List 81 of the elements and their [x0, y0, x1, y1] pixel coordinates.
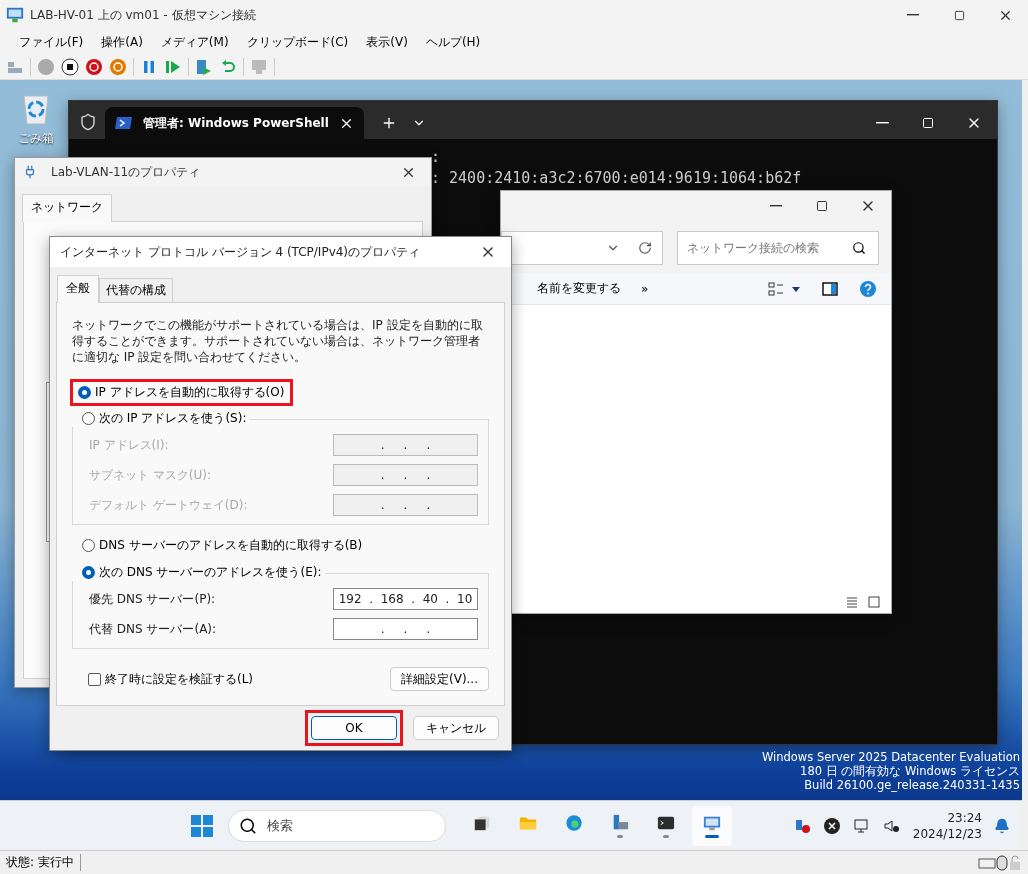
menu-item[interactable]: 操作(A) — [92, 31, 152, 53]
minimize-icon — [770, 205, 782, 207]
search-icon — [239, 816, 258, 835]
notification-bell-icon[interactable] — [994, 817, 1010, 834]
lock-icon — [1008, 854, 1022, 871]
prompt-icon — [115, 114, 133, 132]
search-icon — [852, 241, 866, 255]
field-label: 代替 DNS サーバー(A): — [89, 620, 217, 638]
menu-item[interactable]: ファイル(F) — [10, 31, 93, 53]
menu-item[interactable]: クリップボード(C) — [237, 31, 358, 53]
field-label: デフォルト ゲートウェイ(D): — [89, 496, 248, 514]
terminal-tab[interactable]: 管理者: Windows PowerShell — [105, 107, 364, 139]
checkbox-label: 終了時に設定を検証する(L) — [105, 670, 254, 688]
view-options-icon[interactable] — [767, 279, 785, 298]
option-label: 次の IP アドレスを使う(S): — [99, 410, 247, 427]
keyboard-icon — [978, 855, 996, 870]
tiles-view-icon[interactable] — [867, 595, 881, 609]
start-icon[interactable] — [190, 813, 215, 838]
mouse-icon — [996, 854, 1008, 871]
power-icon[interactable] — [109, 57, 127, 76]
minimize-icon — [907, 14, 919, 16]
browser-icon — [565, 813, 584, 832]
menu-item[interactable]: 表示(V) — [357, 31, 417, 53]
help-icon[interactable] — [859, 279, 877, 298]
field-label: IP アドレス(I): — [89, 436, 169, 454]
minimize-icon — [875, 122, 889, 124]
clock-time: 23:24 — [947, 809, 982, 826]
ip-address-field[interactable]: . . . — [333, 618, 478, 640]
window-title: Lab-VLAN-11のプロパティ — [51, 163, 202, 181]
clock-date: 2024/12/23 — [912, 825, 982, 842]
status-text: 状態: 実行中 — [6, 854, 81, 871]
desktop-icon-label: ごみ箱 — [18, 130, 54, 147]
advanced-button[interactable]: 詳細設定(V)... — [390, 667, 489, 691]
console-line: : 2400:2410:a3c2:6700:e014:9619:1064:b62f — [431, 168, 803, 189]
menu-item[interactable]: メディア(M) — [151, 31, 238, 53]
cancel-button[interactable]: キャンセル — [413, 716, 499, 740]
tab-title: 管理者: Windows PowerShell — [143, 114, 329, 132]
preview-pane-icon[interactable] — [821, 279, 839, 298]
details-view-icon[interactable] — [845, 595, 859, 609]
rename-button[interactable]: 名前を変更する — [537, 280, 621, 297]
shield-icon — [79, 113, 97, 131]
power-icon[interactable] — [85, 57, 103, 76]
close-icon[interactable] — [822, 816, 841, 835]
search-field[interactable]: 検索 — [228, 809, 447, 842]
window-title: LAB-HV-01 上の vm01 - 仮想マシン接続 — [30, 6, 257, 24]
ok-button[interactable]: OK — [311, 716, 397, 740]
radio-button[interactable] — [78, 386, 91, 399]
console-line: : — [431, 147, 442, 168]
stop-icon[interactable] — [61, 57, 79, 76]
recycle-bin-icon — [21, 92, 51, 126]
refresh-icon — [638, 241, 652, 255]
plug-icon — [23, 165, 37, 179]
watermark-text: Build 26100.ge_release.240331-1435 — [804, 778, 1020, 792]
maximize-icon — [816, 200, 828, 212]
watermark-text: Windows Server 2025 Datacenter Evaluation — [761, 750, 1020, 764]
maximize-icon — [922, 117, 934, 129]
monitor-icon[interactable] — [852, 816, 871, 835]
tab[interactable]: ネットワーク — [22, 194, 112, 222]
server-icon — [611, 813, 630, 832]
description-text: ネットワークでこの機能がサポートされている場合は、IP 設定を自動的に取得することができます。サポートされていない場合は、ネットワーク管理者に適切な IP 設定を問い合わせてください。 — [72, 317, 484, 365]
option-label: IP アドレスを自動的に取得する(O) — [95, 384, 285, 401]
menu-item[interactable]: ヘルプ(H) — [416, 31, 490, 53]
checkpoint-icon[interactable] — [195, 57, 213, 76]
tab[interactable]: 全般 — [57, 275, 99, 303]
maximize-icon — [953, 9, 965, 21]
option-label: DNS サーバーのアドレスを自動的に取得する(B) — [99, 537, 363, 554]
field-label: サブネット マスク(U): — [89, 466, 211, 484]
option-label: 次の DNS サーバーのアドレスを使う(E): — [99, 564, 322, 581]
more-button[interactable]: » — [641, 281, 649, 296]
taskbar-app[interactable] — [692, 805, 733, 846]
watermark-text: 180 日 の間有効な Windows ライセンス — [800, 764, 1020, 778]
radio-button[interactable] — [82, 539, 95, 552]
tab[interactable]: 代替の構成 — [99, 278, 173, 303]
ip-address-field[interactable]: 192 . 168 . 40 . 10 — [333, 588, 478, 610]
monitor-icon — [6, 6, 24, 24]
radio-button[interactable] — [82, 412, 95, 425]
radio-button[interactable] — [82, 566, 95, 579]
search-field[interactable]: ネットワーク接続の検索 — [677, 231, 879, 265]
dialog-title: インターネット プロトコル バージョン 4 (TCP/IPv4)のプロパティ — [60, 243, 422, 261]
field-label: 優先 DNS サーバー(P): — [89, 590, 216, 608]
checkbox[interactable] — [88, 672, 101, 686]
